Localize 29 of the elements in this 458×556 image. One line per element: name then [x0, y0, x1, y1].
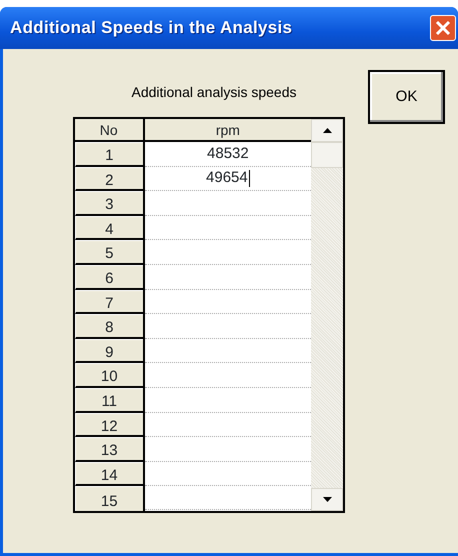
column-header[interactable]: No	[75, 119, 142, 142]
row-header[interactable]: 1	[75, 142, 142, 167]
up-triangle-icon	[322, 128, 332, 133]
close-button[interactable]	[430, 15, 456, 41]
table-caption: Additional analysis speeds	[132, 84, 296, 100]
scroll-down-button[interactable]	[311, 488, 344, 511]
row-header[interactable]: 15	[75, 486, 142, 511]
row-header[interactable]: 9	[75, 338, 142, 364]
text-cursor	[248, 170, 250, 187]
column-header[interactable]: rpm	[144, 119, 312, 142]
window-title: Additional Speeds in the Analysis	[10, 17, 292, 40]
row-header[interactable]: 4	[75, 216, 142, 240]
row-header[interactable]: 12	[75, 412, 142, 438]
scroll-up-button[interactable]	[311, 119, 344, 142]
close-icon	[435, 20, 451, 36]
scrollbar[interactable]	[311, 119, 344, 511]
row-header[interactable]: 11	[75, 388, 142, 413]
row-header[interactable]: 6	[75, 264, 142, 290]
scrollbar-thumb[interactable]	[311, 142, 344, 168]
row-header[interactable]: 14	[75, 462, 142, 486]
row-header[interactable]: 8	[75, 314, 142, 339]
row-header[interactable]: 3	[75, 191, 142, 216]
row-header[interactable]: 13	[75, 437, 142, 462]
row-header[interactable]: 2	[75, 166, 142, 192]
row-header[interactable]: 5	[75, 240, 142, 265]
down-triangle-icon	[322, 496, 332, 502]
row-header[interactable]: 10	[75, 363, 142, 388]
row-header[interactable]: 7	[75, 290, 142, 314]
ok-button[interactable]: OK	[368, 70, 445, 124]
